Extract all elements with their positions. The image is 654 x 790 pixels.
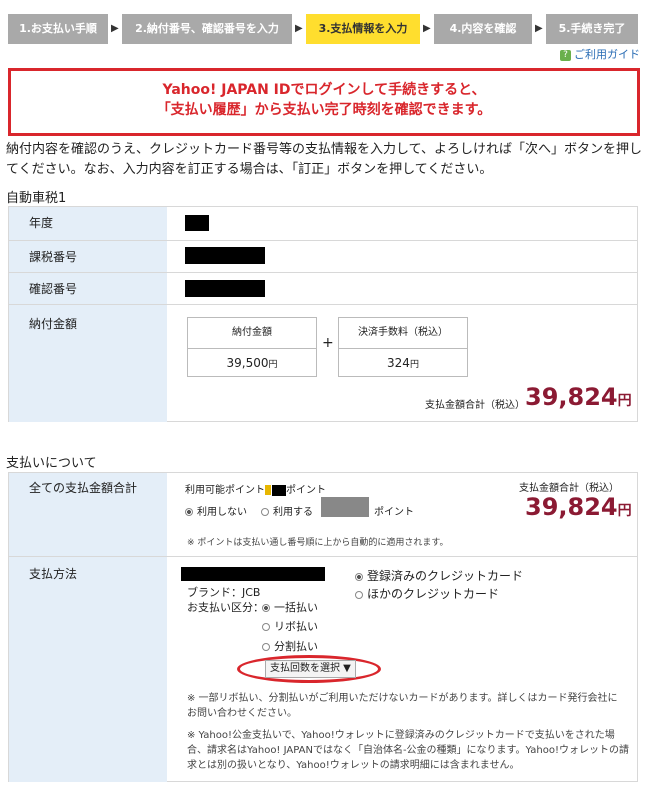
step-4: 4.内容を確認 [434, 14, 532, 44]
registered-card-radio[interactable]: 登録済みのクレジットカード [355, 567, 523, 584]
redacted-points [272, 484, 286, 496]
method-value: ブランド：JCB お支払い区分： 一括払い リボ払い 分割払い 支払回数を選択 … [167, 557, 637, 782]
plus-sign: + [322, 335, 334, 351]
radio-empty-icon [262, 623, 270, 631]
fee-cell: 324円 [339, 349, 467, 377]
revolving-radio[interactable]: リボ払い [262, 618, 318, 634]
redacted-card-number [181, 567, 325, 581]
radio-empty-icon [262, 643, 270, 651]
right-total-unit: 円 [617, 503, 632, 519]
installment-label: 分割払い [274, 640, 318, 653]
installment-note: ※ 一部リボ払い、分割払いがご利用いただけないカードがあります。詳しくはカード発… [187, 693, 618, 719]
step-arrow-icon: ▶ [111, 23, 119, 34]
point-coin-icon [265, 485, 271, 495]
other-card-radio[interactable]: ほかのクレジットカード [355, 585, 499, 602]
point-unit: ポイント [374, 507, 414, 518]
right-total-amount: 39,824円 [525, 493, 632, 521]
all-total-label: 全ての支払金額合計 [9, 473, 167, 556]
payment-amount-cell: 39,500円 [188, 349, 316, 377]
revolving-label: リボ払い [274, 620, 318, 633]
radio-empty-icon [261, 508, 269, 516]
payment-amount-box: 納付金額 39,500円 [187, 317, 317, 377]
login-alert: Yahoo! JAPAN IDでログインして手続きすると、 「支払い履歴」から支… [8, 68, 640, 136]
division-label: お支払い区分： [187, 601, 264, 614]
row-total: 全ての支払金額合計 利用可能ポイント ポイント 利用しない 利用する ポイント 支… [9, 473, 637, 556]
not-use-points-radio[interactable]: 利用しない [185, 503, 247, 518]
all-total-value: 利用可能ポイント ポイント 利用しない 利用する ポイント 支払金額合計（税込） … [167, 473, 637, 556]
right-total-value: 39,824 [525, 493, 618, 521]
step-3-active: 3.支払情報を入力 [306, 14, 420, 44]
redacted-confirm-number [185, 280, 265, 297]
tax-number-label: 課税番号 [9, 241, 167, 273]
use-label: 利用する [273, 507, 313, 518]
step-1: 1.お支払い手順 [8, 14, 108, 44]
radio-selected-icon [262, 604, 270, 612]
points-note: ※ ポイントは支払い通し番号順に上から自動的に適用されます。 [187, 538, 449, 548]
step-arrow-icon: ▶ [423, 23, 431, 34]
points-available-label: 利用可能ポイント [185, 485, 265, 496]
payment-amount-value: 39,500 [226, 356, 269, 370]
intro-text: 納付内容を確認のうえ、クレジットカード番号等の支払情報を入力して、よろしければ「… [6, 142, 642, 177]
total-unit: 円 [617, 393, 632, 409]
year-label: 年度 [9, 207, 167, 240]
step-2: 2.納付番号、確認番号を入力 [122, 14, 292, 44]
total-value: 39,824 [525, 383, 618, 411]
tax-table: 年度 課税番号 確認番号 納付金額 納付金額 39,500円 + 決済手数料（税… [8, 206, 638, 422]
row-confirm-number: 確認番号 [9, 272, 637, 305]
use-points-radio[interactable]: 利用する [261, 503, 313, 518]
installment-radio[interactable]: 分割払い [262, 638, 318, 654]
help-icon: ? [560, 49, 571, 61]
card-brand: ブランド：JCB [187, 586, 261, 599]
guide-link[interactable]: ? ご利用ガイド [560, 46, 640, 62]
guide-link-label: ご利用ガイド [574, 48, 640, 61]
fee-value: 324 [387, 356, 410, 370]
wallet-note: ※ Yahoo!公金支払いで、Yahoo!ウォレットに登録済みのクレジットカード… [187, 730, 629, 771]
fee-header: 決済手数料（税込） [339, 318, 467, 349]
points-available: 利用可能ポイント ポイント [185, 481, 326, 496]
points-suffix: ポイント [286, 485, 326, 496]
row-method: 支払方法 ブランド：JCB お支払い区分： 一括払い リボ払い 分割払い 支払回… [9, 556, 637, 782]
other-card-label: ほかのクレジットカード [367, 587, 500, 601]
tax-section-title: 自動車税1 [6, 191, 67, 206]
alert-line-1: Yahoo! JAPAN IDでログインして手続きすると、 [162, 82, 486, 98]
progress-steps: 1.お支払い手順 ▶ 2.納付番号、確認番号を入力 ▶ 3.支払情報を入力 ▶ … [8, 14, 638, 44]
step-5: 5.手続き完了 [546, 14, 638, 44]
step-arrow-icon: ▶ [295, 23, 303, 34]
fee-box: 決済手数料（税込） 324円 [338, 317, 468, 377]
lump-sum-label: 一括払い [274, 601, 318, 614]
redacted-tax-number [185, 247, 265, 264]
registered-card-label: 登録済みのクレジットカード [367, 569, 524, 583]
yen-unit: 円 [409, 360, 419, 370]
radio-selected-icon [185, 508, 193, 516]
step-arrow-icon: ▶ [535, 23, 543, 34]
confirm-number-label: 確認番号 [9, 273, 167, 305]
right-total-label: 支払金額合計（税込） [519, 483, 619, 494]
amount-label: 納付金額 [9, 305, 167, 422]
confirm-number-value [167, 273, 637, 305]
not-use-label: 利用しない [197, 507, 247, 518]
year-value [167, 207, 637, 240]
row-amount: 納付金額 納付金額 39,500円 + 決済手数料（税込） 324円 支払金額合… [9, 304, 637, 422]
alert-line-2: 「支払い履歴」から支払い完了時刻を確認できます。 [156, 102, 492, 118]
method-label: 支払方法 [9, 557, 167, 782]
radio-empty-icon [355, 590, 363, 599]
amount-value: 納付金額 39,500円 + 決済手数料（税込） 324円 支払金額合計（税込）… [167, 305, 637, 422]
total-label: 支払金額合計（税込） [425, 400, 525, 411]
payment-table: 全ての支払金額合計 利用可能ポイント ポイント 利用しない 利用する ポイント 支… [8, 472, 638, 782]
radio-selected-icon [355, 572, 363, 581]
tax-number-value [167, 241, 637, 273]
payment-amount-header: 納付金額 [188, 318, 316, 349]
lump-sum-radio[interactable]: 一括払い [262, 599, 318, 615]
installment-count-select[interactable]: 支払回数を選択 ▼ [265, 660, 356, 678]
row-year: 年度 [9, 207, 637, 240]
redacted-year [185, 215, 209, 231]
points-input[interactable] [321, 497, 369, 517]
payment-section-title: 支払いについて [6, 456, 97, 471]
yen-unit: 円 [268, 360, 278, 370]
total-amount: 39,824円 [525, 383, 632, 411]
row-tax-number: 課税番号 [9, 240, 637, 273]
